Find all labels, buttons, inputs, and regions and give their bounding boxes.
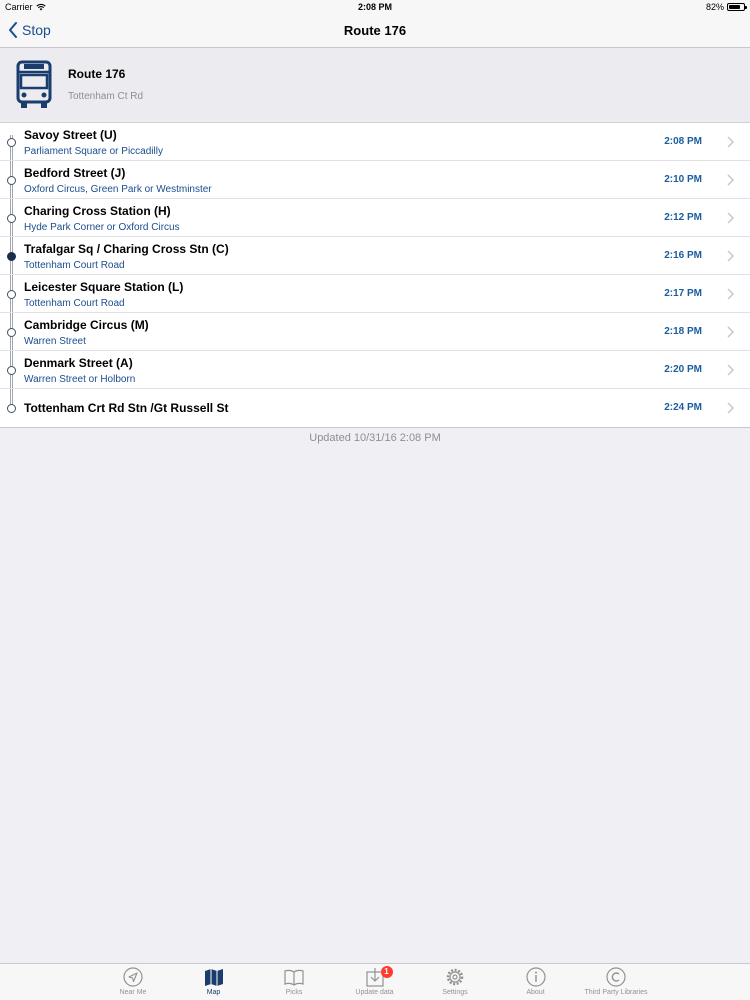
- stop-marker: [7, 290, 16, 299]
- arrival-time: 2:10 PM: [664, 174, 702, 185]
- chevron-right-icon: [727, 288, 734, 300]
- arrival-time: 2:17 PM: [664, 288, 702, 299]
- stop-row[interactable]: Cambridge Circus (M) Warren Street 2:18 PM: [0, 313, 750, 351]
- stop-towards: Warren Street or Holborn: [24, 374, 136, 385]
- stop-marker: [7, 176, 16, 185]
- stop-towards: Hyde Park Corner or Oxford Circus: [24, 222, 180, 233]
- stop-name: Bedford Street (J): [24, 166, 126, 180]
- stop-name: Leicester Square Station (L): [24, 280, 184, 294]
- tab-near-me[interactable]: Near Me: [93, 967, 173, 996]
- stop-towards: Warren Street: [24, 336, 86, 347]
- stop-towards: Tottenham Court Road: [24, 260, 125, 271]
- chevron-right-icon: [727, 364, 734, 376]
- arrival-time: 2:24 PM: [664, 402, 702, 413]
- stop-row[interactable]: Charing Cross Station (H) Hyde Park Corne…: [0, 199, 750, 237]
- tab-map[interactable]: Map: [174, 967, 254, 996]
- stop-name: Denmark Street (A): [24, 356, 133, 370]
- battery-info: 82%: [705, 2, 747, 12]
- stop-marker: [7, 214, 16, 223]
- chevron-right-icon: [727, 250, 734, 262]
- copyright-icon: [606, 967, 626, 987]
- chevron-right-icon: [727, 136, 734, 148]
- current-stop-marker: [7, 252, 16, 261]
- stop-row[interactable]: Trafalgar Sq / Charing Cross Stn (C) Tott…: [0, 237, 750, 275]
- arrival-time: 2:12 PM: [664, 212, 702, 223]
- map-icon: [204, 969, 223, 986]
- stop-name: Tottenham Crt Rd Stn /Gt Russell St: [24, 401, 229, 415]
- updated-timestamp: Updated 10/31/16 2:08 PM: [309, 432, 441, 444]
- stop-row[interactable]: Denmark Street (A) Warren Street or Holbo…: [0, 351, 750, 389]
- stop-towards: Tottenham Court Road: [24, 298, 125, 309]
- clock: 2:08 PM: [357, 2, 392, 12]
- arrival-time: 2:08 PM: [664, 136, 702, 147]
- bus-icon: [16, 60, 52, 108]
- battery-icon: [727, 3, 747, 11]
- chevron-right-icon: [727, 212, 734, 224]
- route-destination: Tottenham Ct Rd: [68, 91, 144, 102]
- page-title: Route 176: [343, 23, 407, 38]
- location-arrow-icon: [123, 967, 143, 987]
- stop-name: Charing Cross Station (H): [24, 204, 171, 218]
- stop-row[interactable]: Bedford Street (J) Oxford Circus, Green P…: [0, 161, 750, 199]
- status-bar: Carrier 2:08 PM 82%: [0, 0, 750, 14]
- arrival-time: 2:16 PM: [664, 250, 702, 261]
- stop-row[interactable]: Savoy Street (U) Parliament Square or Pic…: [0, 123, 750, 161]
- stop-name: Cambridge Circus (M): [24, 318, 149, 332]
- battery-level: [729, 5, 741, 9]
- chevron-right-icon: [727, 326, 734, 338]
- battery-percent: 82%: [705, 2, 724, 12]
- tab-label: Picks: [285, 989, 303, 996]
- tab-label: About: [526, 989, 545, 996]
- info-icon: [525, 967, 546, 987]
- stop-marker: [7, 366, 16, 375]
- tab-settings[interactable]: Settings: [415, 967, 495, 996]
- stop-towards: Parliament Square or Piccadilly: [24, 146, 163, 157]
- stop-towards: Oxford Circus, Green Park or Westminster: [24, 184, 212, 195]
- stop-row[interactable]: Leicester Square Station (L) Tottenham Co…: [0, 275, 750, 313]
- book-icon: [284, 969, 304, 986]
- tab-bar: Near Me Map Picks 1 Update data Settings About…: [0, 963, 750, 1000]
- tab-picks[interactable]: Picks: [254, 967, 334, 996]
- tab-third-party-libraries[interactable]: Third Party Libraries: [576, 967, 656, 996]
- tab-label: Near Me: [119, 989, 147, 996]
- stop-row[interactable]: Tottenham Crt Rd Stn /Gt Russell St 2:24 …: [0, 389, 750, 427]
- stop-name: Savoy Street (U): [24, 128, 117, 142]
- chevron-right-icon: [727, 174, 734, 186]
- chevron-right-icon: [727, 402, 734, 414]
- navigation-bar: Stop Route 176: [0, 14, 750, 48]
- tab-label: Third Party Libraries: [584, 989, 648, 996]
- stop-name: Trafalgar Sq / Charing Cross Stn (C): [24, 242, 229, 256]
- notification-badge: 1: [380, 966, 393, 978]
- arrival-time: 2:20 PM: [664, 364, 702, 375]
- stop-marker: [7, 404, 16, 413]
- stop-list: Savoy Street (U) Parliament Square or Pic…: [0, 123, 750, 428]
- gear-icon: [446, 968, 464, 986]
- tab-update-data[interactable]: 1 Update data: [335, 966, 415, 996]
- stop-marker: [7, 328, 16, 337]
- tab-label: Map: [206, 989, 221, 996]
- stop-marker: [7, 138, 16, 147]
- arrival-time: 2:18 PM: [664, 326, 702, 337]
- tab-label: Update data: [355, 989, 394, 996]
- route-name: Route 176: [68, 67, 126, 81]
- tab-about[interactable]: About: [496, 967, 576, 996]
- route-header: Route 176 Tottenham Ct Rd: [0, 48, 750, 123]
- tab-label: Settings: [442, 989, 468, 996]
